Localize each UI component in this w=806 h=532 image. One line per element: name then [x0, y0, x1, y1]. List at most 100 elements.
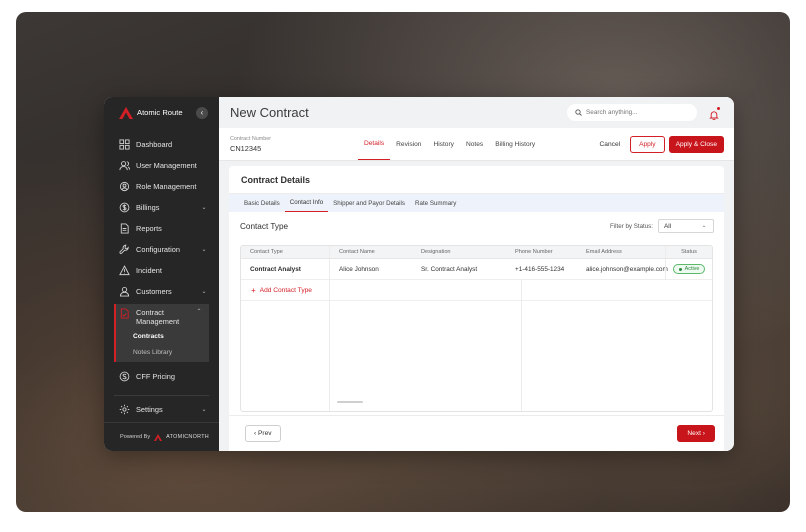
sidebar-nav: Dashboard User Management Role Managemen…	[104, 128, 219, 420]
contact-table: Contact Type Contact Name Designation Ph…	[240, 245, 713, 412]
cell-phone: +1-416-555-1234	[515, 265, 565, 273]
empty-column	[520, 301, 713, 411]
table-row[interactable]: Contract Analyst Alice Johnson Sr. Contr…	[241, 259, 712, 280]
chevron-down-icon: ⌄	[201, 247, 207, 253]
sidebar-item-incident[interactable]: Incident	[104, 260, 219, 281]
tab-shipper-payor-details[interactable]: Shipper and Payor Details	[328, 194, 410, 212]
dollar-icon	[119, 202, 130, 213]
empty-column	[241, 301, 330, 411]
chevron-down-icon: ⌄	[201, 407, 207, 413]
notification-button[interactable]	[709, 107, 720, 121]
chevron-down-icon: ⌄	[201, 205, 207, 211]
search-input[interactable]	[586, 109, 686, 116]
atomic-north-logo-icon	[154, 433, 163, 441]
horizontal-scrollbar[interactable]	[337, 401, 363, 403]
filter-label: Filter by Status:	[610, 222, 653, 230]
search-box[interactable]	[567, 104, 697, 121]
table-empty-area	[241, 301, 713, 411]
sidebar-item-label: Role Management	[136, 182, 197, 191]
sidebar-item-cff-pricing[interactable]: CFF Pricing	[104, 366, 219, 387]
plus-icon: +	[251, 285, 256, 295]
column-header: Phone Number	[515, 249, 553, 255]
sidebar-item-label: Billings	[136, 203, 160, 212]
collapse-sidebar-icon[interactable]: ‹	[196, 106, 208, 119]
tab-billing-history[interactable]: Billing History	[489, 128, 541, 160]
role-icon	[119, 181, 130, 192]
app-window: Atomic Route ‹ Dashboard User Management	[104, 97, 734, 451]
sidebar-item-user-management[interactable]: User Management	[104, 155, 219, 176]
status-dot	[678, 267, 682, 271]
apply-close-button[interactable]: Apply & Close	[668, 135, 724, 153]
card-title: Contract Details	[229, 166, 724, 194]
sidebar-subitem-notes-library[interactable]: Notes Library	[116, 344, 209, 360]
empty-cell	[330, 280, 521, 300]
sidebar-item-settings[interactable]: Settings ⌄	[104, 399, 219, 420]
column-header: Contact Type	[241, 246, 330, 258]
tab-basic-details[interactable]: Basic Details	[239, 194, 285, 212]
prev-button[interactable]: ‹ Prev	[245, 425, 281, 442]
sidebar-item-label: Incident	[136, 266, 162, 275]
sidebar-item-label: Customers	[136, 287, 172, 296]
tab-revision[interactable]: Revision	[390, 128, 427, 160]
sidebar-item-label: Settings	[136, 405, 163, 414]
card-footer: ‹ Prev Next ›	[229, 415, 724, 451]
sidebar-item-customers[interactable]: Customers ⌄	[104, 281, 219, 302]
cancel-button[interactable]: Cancel	[590, 141, 631, 148]
empty-cell	[520, 280, 713, 301]
cell-status: Active	[665, 259, 712, 279]
sidebar: Atomic Route ‹ Dashboard User Management	[104, 97, 219, 451]
column-header: Designation	[421, 249, 451, 255]
contract-icon	[119, 308, 130, 319]
dashboard-icon	[119, 139, 130, 150]
contract-number-value: CN12345	[230, 143, 262, 153]
status-filter-select[interactable]: All ⌄	[658, 219, 714, 233]
tab-contact-info[interactable]: Contact Info	[284, 194, 329, 212]
contract-header: Contract Number CN12345 Details Revision…	[219, 128, 734, 161]
chevron-down-icon: ⌄	[701, 223, 707, 229]
main-panel: New Contract Contract Number CN12345 Det…	[219, 97, 734, 451]
search-icon	[575, 109, 582, 116]
apply-button[interactable]: Apply	[630, 135, 665, 153]
table-header: Contact Type Contact Name Designation Ph…	[241, 246, 712, 259]
tab-details[interactable]: Details	[358, 128, 391, 160]
sidebar-item-label-line1: Contract	[136, 308, 164, 317]
next-button[interactable]: Next ›	[677, 425, 715, 442]
pricing-icon	[119, 371, 130, 382]
document-icon	[119, 223, 130, 234]
page-title: New Contract	[230, 105, 309, 120]
cell-contact-type: Contract Analyst	[241, 259, 330, 279]
sidebar-item-role-management[interactable]: Role Management	[104, 176, 219, 197]
sidebar-group-contract-management: Contract Management ⌃ Contracts Notes Li…	[114, 304, 209, 362]
sidebar-item-label: Configuration	[136, 245, 180, 254]
tab-history[interactable]: History	[427, 128, 460, 160]
sidebar-item-label: User Management	[136, 161, 197, 170]
powered-by-label: Powered By	[120, 434, 151, 440]
add-row: + Add Contact Type	[241, 280, 712, 301]
contract-tabs: Details Revision History Notes Billing H…	[358, 128, 590, 160]
contract-number: Contract Number CN12345	[230, 136, 358, 153]
tab-notes[interactable]: Notes	[460, 128, 489, 160]
sidebar-item-dashboard[interactable]: Dashboard	[104, 134, 219, 155]
add-contact-type-button[interactable]: + Add Contact Type	[241, 280, 330, 300]
section-title: Contact Type	[240, 221, 289, 231]
sidebar-item-reports[interactable]: Reports	[104, 218, 219, 239]
brand: Atomic Route ‹	[104, 97, 219, 128]
status-filter-value: All	[664, 222, 672, 230]
background-photo: Atomic Route ‹ Dashboard User Management	[16, 12, 790, 512]
contract-number-label: Contract Number	[230, 135, 272, 142]
sidebar-item-contract-management[interactable]: Contract Management ⌃	[116, 304, 209, 328]
atomic-route-logo-icon	[119, 106, 133, 119]
contract-detail-tabs: Basic Details Contact Info Shipper and P…	[229, 194, 724, 212]
tab-rate-summary[interactable]: Rate Summary	[410, 194, 461, 212]
sidebar-subitem-contracts[interactable]: Contracts	[116, 328, 209, 344]
sidebar-item-label: Reports	[136, 224, 162, 233]
cell-contact-name: Alice Johnson	[339, 265, 379, 273]
chevron-down-icon: ⌄	[201, 289, 207, 295]
sidebar-item-label: CFF Pricing	[136, 372, 176, 381]
sidebar-item-billings[interactable]: Billings ⌄	[104, 197, 219, 218]
warning-icon	[119, 265, 130, 276]
sidebar-item-configuration[interactable]: Configuration ⌄	[104, 239, 219, 260]
contact-type-header: Contact Type Filter by Status: All ⌄	[229, 212, 724, 240]
status-badge: Active	[672, 264, 706, 274]
brand-name: Atomic Route	[137, 108, 183, 117]
